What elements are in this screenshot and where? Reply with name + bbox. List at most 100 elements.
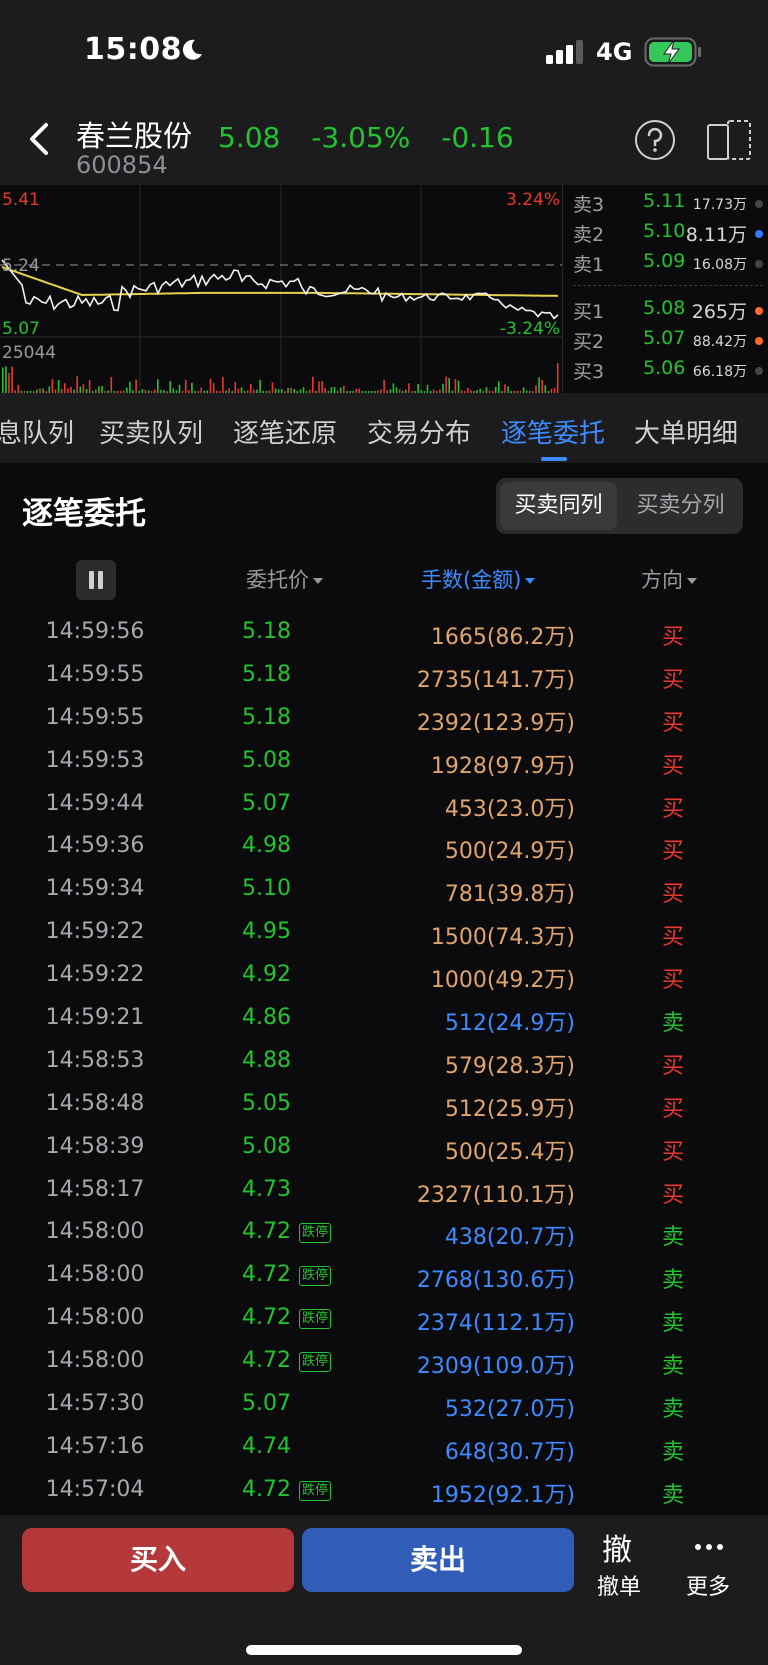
- order-price: 4.72: [242, 1348, 291, 1374]
- order-time: 14:57:04: [45, 1476, 145, 1502]
- signal-icon: [546, 40, 583, 64]
- limit-down-tag: 跌停: [299, 1309, 332, 1330]
- order-price: 4.95: [242, 919, 291, 945]
- order-volume: 1665(86.2万): [430, 625, 575, 650]
- more-button[interactable]: 更多: [686, 1569, 730, 1601]
- volume-column-header[interactable]: 手数(金额): [421, 560, 536, 600]
- order-volume: 500(25.4万): [444, 1139, 575, 1165]
- order-volume: 2309(109.0万): [416, 1354, 575, 1380]
- order-row: 14:58:00 4.72 跌停 2309(109.0万) 卖: [0, 1340, 768, 1383]
- volume-bar: [535, 385, 537, 393]
- bid-dot: [755, 367, 763, 375]
- volume-bar: [51, 379, 54, 393]
- volume-bar: [82, 384, 85, 393]
- volume-bar: [222, 376, 224, 393]
- volume-bar: [8, 372, 10, 393]
- ask-volume: 17.73万: [692, 197, 747, 213]
- pause-button[interactable]: [76, 560, 116, 600]
- back-arrow-icon[interactable]: [24, 119, 54, 159]
- cancel-order-button[interactable]: 撤单: [597, 1569, 641, 1601]
- order-direction: 买: [662, 1139, 685, 1165]
- price-column-label: 委托价: [246, 568, 309, 592]
- order-row: 14:59:55 5.18 2735(141.7万) 买: [0, 654, 768, 697]
- bid-volume: 88.42万: [692, 334, 747, 350]
- order-direction: 卖: [662, 1397, 685, 1423]
- order-price: 4.92: [242, 962, 291, 988]
- order-time: 14:59:22: [45, 919, 145, 945]
- buy-button[interactable]: 买入: [22, 1528, 294, 1592]
- volume-column-label: 手数(金额): [421, 568, 522, 592]
- order-direction: 卖: [662, 1354, 685, 1380]
- help-icon[interactable]: [634, 119, 676, 161]
- order-direction: 卖: [662, 1225, 685, 1251]
- intraday-chart[interactable]: 5.41 3.24% 5.24 5.07 -3.24% 25044: [0, 185, 562, 393]
- tab-tick-restore[interactable]: 逐笔还原: [233, 413, 337, 450]
- order-volume: 1952(92.1万): [430, 1482, 575, 1508]
- chart-prev-close-label: 5.24: [2, 256, 40, 276]
- more-dots-icon[interactable]: [694, 1543, 724, 1551]
- order-time: 14:57:16: [45, 1433, 145, 1459]
- order-time: 14:59:34: [45, 876, 145, 902]
- tab-large-orders[interactable]: 大单明细: [634, 413, 738, 450]
- tab-tick-orders[interactable]: 逐笔委托: [501, 413, 605, 450]
- volume-bar: [498, 381, 500, 393]
- volume-bar: [234, 382, 237, 393]
- bid-label: 买2: [573, 331, 605, 353]
- tab-queue-info[interactable]: 息队列: [0, 413, 74, 450]
- volume-bar: [321, 381, 323, 393]
- volume-bar: [271, 382, 274, 393]
- order-row: 14:59:22 4.92 1000(49.2万) 买: [0, 954, 768, 997]
- order-row: 14:57:04 4.72 跌停 1952(92.1万) 卖: [0, 1469, 768, 1512]
- volume-bar: [318, 381, 320, 393]
- direction-column-header[interactable]: 方向: [641, 560, 697, 600]
- order-price: 4.88: [242, 1047, 291, 1073]
- tab-trade-distribution[interactable]: 交易分布: [367, 413, 471, 450]
- volume-bar: [184, 379, 187, 393]
- order-price: 5.07: [242, 1391, 291, 1417]
- sell-button[interactable]: 卖出: [302, 1528, 574, 1592]
- volume-bar: [538, 377, 540, 393]
- order-price: 4.72: [242, 1219, 291, 1245]
- order-volume: 648(30.7万): [444, 1439, 575, 1465]
- volume-bar: [209, 378, 212, 393]
- order-direction: 卖: [662, 1482, 685, 1508]
- split-view-button[interactable]: 买卖分列: [622, 482, 739, 530]
- volume-bar: [2, 367, 4, 393]
- stock-change-pct: -3.05%: [311, 121, 411, 154]
- volume-bar: [57, 379, 60, 393]
- chart-high-pct: 3.24%: [506, 190, 560, 210]
- order-book[interactable]: 卖3 5.11 17.73万 卖2 5.10 8.11万 卖1 5.09 16.…: [562, 185, 768, 393]
- limit-down-tag: 跌停: [299, 1266, 332, 1287]
- volume-bar: [504, 384, 506, 393]
- order-price: 5.08: [242, 747, 291, 773]
- order-time: 14:59:21: [45, 1005, 145, 1031]
- layout-switch-icon[interactable]: [706, 119, 752, 161]
- volume-bar: [448, 378, 450, 393]
- order-price: 5.18: [242, 661, 291, 687]
- order-row: 14:59:55 5.18 2392(123.9万) 买: [0, 697, 768, 740]
- bid-row-1: 买1 5.08 265万: [563, 297, 768, 327]
- order-price: 5.08: [242, 1133, 291, 1159]
- order-row: 14:59:21 4.86 512(24.9万) 卖: [0, 997, 768, 1040]
- order-time: 14:59:44: [45, 790, 145, 816]
- order-time: 14:58:48: [45, 1090, 145, 1116]
- ask-row-1: 卖1 5.09 16.08万: [563, 250, 768, 280]
- order-price: 5.05: [242, 1090, 291, 1116]
- order-volume: 512(24.9万): [444, 1011, 575, 1037]
- order-volume: 781(39.8万): [444, 882, 575, 908]
- stock-change: -0.16: [441, 121, 514, 154]
- tab-bid-ask-queue[interactable]: 买卖队列: [99, 413, 203, 450]
- price-column-header[interactable]: 委托价: [246, 560, 323, 600]
- order-time: 14:59:55: [45, 661, 145, 687]
- order-direction: 买: [662, 925, 685, 951]
- order-row: 14:59:56 5.18 1665(86.2万) 买: [0, 611, 768, 654]
- order-volume: 2327(110.1万): [416, 1182, 575, 1208]
- order-list[interactable]: 14:59:56 5.18 1665(86.2万) 买 14:59:55 5.18 2735…: [0, 611, 768, 1512]
- cancel-order-icon[interactable]: 撤: [602, 1525, 632, 1569]
- merged-view-button[interactable]: 买卖同列: [500, 482, 617, 530]
- chart-volume-label: 25044: [2, 343, 56, 363]
- order-time: 14:59:56: [45, 619, 145, 644]
- moon-icon: [182, 39, 202, 60]
- order-volume: 1000(49.2万): [430, 968, 575, 994]
- ask-dot: [755, 230, 763, 238]
